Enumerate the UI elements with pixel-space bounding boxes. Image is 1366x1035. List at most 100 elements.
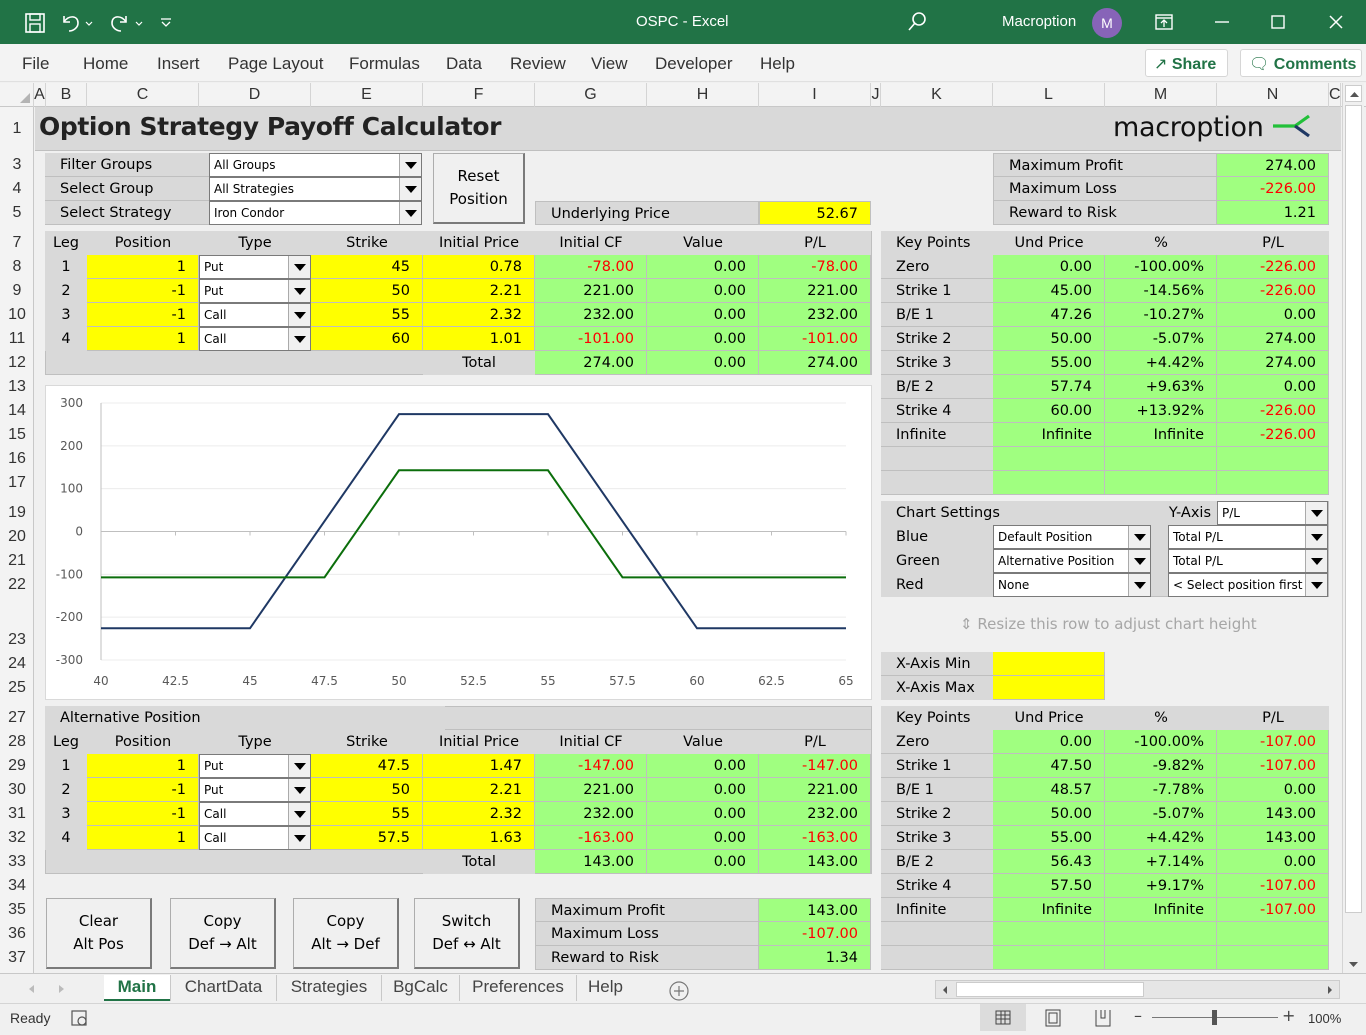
row-number[interactable]: 25 [0,676,34,700]
dropdown-arrow-icon[interactable] [1128,574,1150,596]
alt-legs-strike-input[interactable]: 50 [311,778,423,802]
alt-legs-price-input[interactable]: 2.21 [423,778,535,802]
row-number[interactable]: 33 [0,850,34,874]
menu-insert[interactable]: Insert [157,54,200,74]
dropdown-arrow-icon[interactable] [288,755,310,777]
row-number[interactable]: 34 [0,874,34,898]
undo-icon[interactable] [60,12,94,34]
sheet-tab-chartdata[interactable]: ChartData [170,975,276,1001]
row-number[interactable]: 31 [0,802,34,826]
row-number[interactable]: 37 [0,946,34,970]
alt-legs-strike-input[interactable]: 55 [311,802,423,826]
zoom-slider[interactable]: – + [1134,1006,1295,1028]
dropdown-arrow-icon[interactable] [288,779,310,801]
payoff-chart[interactable]: 300 200 100 0 -100 -200 -300 40 42.5 45 47.5 50 52.5… [45,385,872,700]
reset-position-button[interactable]: Reset Position [433,153,525,224]
tab-scroll-right-icon[interactable] [55,982,67,996]
zoom-in-icon[interactable]: + [1282,1006,1295,1025]
hscroll-left-icon[interactable] [938,983,952,997]
col-header[interactable]: A [34,83,46,107]
alt-legs-type-dropdown[interactable]: Put [199,754,311,778]
row-number[interactable]: 3 [0,153,34,177]
filter-dropdown[interactable]: Iron Condor [209,201,422,225]
dropdown-arrow-icon[interactable] [288,827,310,849]
row-number[interactable]: 28 [0,730,34,754]
row-number[interactable]: 15 [0,423,34,447]
minimize-icon[interactable] [1214,20,1230,24]
comments-button[interactable]: 🗨︎ Comments [1240,49,1362,77]
row-number[interactable]: 1 [0,117,34,141]
default-legs-position-input[interactable]: -1 [87,303,199,327]
sheet-tab-help[interactable]: Help [576,975,634,1001]
col-header[interactable]: I [759,83,871,107]
alt-legs-position-input[interactable]: -1 [87,802,199,826]
scroll-up-button[interactable] [1345,85,1362,102]
page-layout-view-icon[interactable] [1042,1008,1064,1028]
dropdown-arrow-icon[interactable] [288,328,310,350]
dropdown-arrow-icon[interactable] [399,178,421,200]
col-header[interactable]: K [881,83,993,107]
default-legs-position-input[interactable]: 1 [87,255,199,279]
col-header[interactable]: B [46,83,87,107]
sheet-tab-preferences[interactable]: Preferences [459,975,576,1001]
tab-scroll-left-icon[interactable] [26,982,38,996]
row-number[interactable]: 14 [0,399,34,423]
dropdown-arrow-icon[interactable] [288,256,310,278]
filter-dropdown[interactable]: All Strategies [209,177,422,201]
alt-legs-price-input[interactable]: 2.32 [423,802,535,826]
zoom-thumb[interactable] [1212,1010,1217,1025]
col-header[interactable]: L [993,83,1105,107]
yaxis-dropdown[interactable]: P/L [1217,501,1328,525]
default-legs-price-input[interactable]: 2.32 [423,303,535,327]
sheet-tab-main[interactable]: Main [104,975,170,1001]
col-header[interactable]: C [87,83,199,107]
alt-legs-price-input[interactable]: 1.63 [423,826,535,850]
row-number[interactable]: 12 [0,351,34,375]
default-legs-strike-input[interactable]: 55 [311,303,423,327]
scroll-down-button[interactable] [1345,956,1362,973]
series-position-dropdown[interactable]: None [993,573,1151,597]
copy-def-to-alt-button[interactable]: Copy Def → Alt [170,898,276,969]
zoom-out-icon[interactable]: – [1134,1006,1142,1025]
alt-legs-position-input[interactable]: 1 [87,826,199,850]
row-number[interactable]: 9 [0,279,34,303]
row-number[interactable]: 8 [0,255,34,279]
alt-legs-price-input[interactable]: 1.47 [423,754,535,778]
dropdown-arrow-icon[interactable] [288,280,310,302]
col-header[interactable]: D [199,83,311,107]
row-number[interactable]: 7 [0,231,34,255]
alt-legs-type-dropdown[interactable]: Call [199,802,311,826]
row-number[interactable]: 22 [0,573,34,597]
avatar[interactable]: M [1092,8,1122,38]
copy-alt-to-def-button[interactable]: Copy Alt → Def [293,898,399,969]
col-header[interactable]: J [871,83,881,107]
xaxis-max-input[interactable] [993,676,1105,700]
row-number[interactable]: 10 [0,303,34,327]
switch-def-alt-button[interactable]: Switch Def ↔ Alt [414,898,520,969]
col-header[interactable]: F [423,83,535,107]
col-header[interactable]: M [1105,83,1217,107]
dropdown-arrow-icon[interactable] [1128,526,1150,548]
zoom-level[interactable]: 100% [1308,1011,1341,1026]
normal-view-button[interactable] [980,1004,1026,1031]
row-number[interactable]: 21 [0,549,34,573]
row-number[interactable]: 4 [0,177,34,201]
row-number[interactable]: 32 [0,826,34,850]
sheet-tab-bgcalc[interactable]: BgCalc [381,975,459,1001]
alt-legs-position-input[interactable]: 1 [87,754,199,778]
dropdown-arrow-icon[interactable] [1305,526,1327,548]
close-icon[interactable] [1328,14,1344,30]
clear-alt-button[interactable]: Clear Alt Pos [46,898,152,969]
sheet-tab-strategies[interactable]: Strategies [276,975,381,1001]
alt-legs-strike-input[interactable]: 47.5 [311,754,423,778]
save-icon[interactable] [24,12,46,34]
menu-file[interactable]: File [22,54,49,74]
new-sheet-icon[interactable] [668,980,690,1002]
menu-developer[interactable]: Developer [655,54,733,74]
default-legs-price-input[interactable]: 0.78 [423,255,535,279]
menu-help[interactable]: Help [760,54,795,74]
default-legs-price-input[interactable]: 1.01 [423,327,535,351]
horizontal-scrollbar[interactable] [935,980,1340,999]
row-number[interactable]: 19 [0,501,34,525]
series-metric-dropdown[interactable]: Total P/L [1168,525,1328,549]
